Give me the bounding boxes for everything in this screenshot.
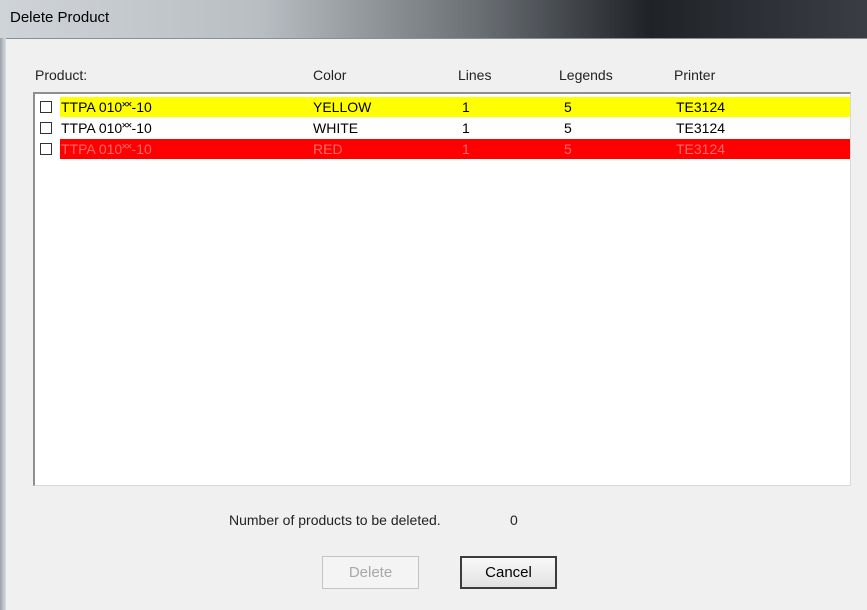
delete-button[interactable]: Delete xyxy=(322,556,419,589)
product-lines: 1 xyxy=(462,141,470,157)
list-item[interactable]: TTPA 010˟˟-10 WHITE 1 5 TE3124 xyxy=(35,117,850,138)
row-checkbox[interactable] xyxy=(40,101,52,113)
list-item[interactable]: TTPA 010˟˟-10 RED 1 5 TE3124 xyxy=(35,138,850,159)
row-checkbox[interactable] xyxy=(40,122,52,134)
product-legends: 5 xyxy=(564,120,572,136)
row-checkbox[interactable] xyxy=(40,143,52,155)
product-printer: TE3124 xyxy=(676,99,726,115)
window-title: Delete Product xyxy=(10,9,110,26)
delete-product-dialog: Delete Product Product: Color Lines Lege… xyxy=(0,0,867,610)
row-highlight xyxy=(60,139,850,159)
product-name: TTPA 010˟˟-10 xyxy=(61,141,152,157)
product-color: RED xyxy=(313,141,343,157)
column-header-lines: Lines xyxy=(458,67,492,83)
product-lines: 1 xyxy=(462,120,470,136)
delete-count-label: Number of products to be deleted. xyxy=(229,512,441,528)
product-lines: 1 xyxy=(462,99,470,115)
product-color: WHITE xyxy=(313,120,359,136)
title-bar: Delete Product xyxy=(0,0,867,39)
product-printer: TE3124 xyxy=(676,120,726,136)
product-name: TTPA 010˟˟-10 xyxy=(61,120,152,136)
column-header-legends: Legends xyxy=(559,67,613,83)
product-legends: 5 xyxy=(564,99,572,115)
column-header-color: Color xyxy=(313,67,347,83)
product-name: TTPA 010˟˟-10 xyxy=(61,99,152,115)
row-highlight xyxy=(60,97,850,117)
row-highlight xyxy=(60,118,850,138)
delete-count-value: 0 xyxy=(510,512,518,528)
product-printer: TE3124 xyxy=(676,141,726,157)
product-list[interactable]: TTPA 010˟˟-10 YELLOW 1 5 TE3124 TTPA 010… xyxy=(33,92,851,486)
column-header-printer: Printer xyxy=(674,67,716,83)
column-header-product: Product: xyxy=(35,67,88,83)
list-item[interactable]: TTPA 010˟˟-10 YELLOW 1 5 TE3124 xyxy=(35,96,850,117)
product-color: YELLOW xyxy=(313,99,372,115)
window-frame-edge xyxy=(0,38,6,610)
product-legends: 5 xyxy=(564,141,572,157)
cancel-button[interactable]: Cancel xyxy=(460,556,557,589)
